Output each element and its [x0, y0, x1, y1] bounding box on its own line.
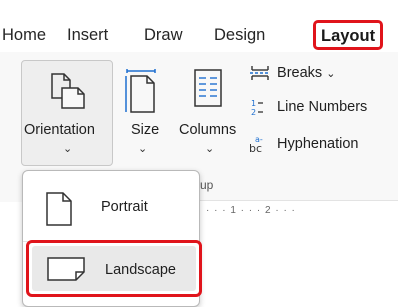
breaks-label: Breaks — [277, 64, 323, 81]
chevron-down-icon: ⌄ — [138, 143, 148, 155]
tab-layout[interactable]: Layout — [313, 20, 384, 50]
hyphenation-icon: a- bc — [249, 135, 263, 154]
svg-text:2: 2 — [251, 108, 256, 116]
columns-label[interactable]: Columns — [179, 122, 236, 138]
tab-insert[interactable]: Insert — [67, 22, 108, 48]
orientation-icon — [51, 73, 85, 109]
svg-text:bc: bc — [249, 142, 262, 154]
landscape-highlight-box — [26, 240, 202, 297]
tab-home[interactable]: Home — [2, 22, 46, 48]
line-numbers-icon: 1 2 — [251, 99, 263, 116]
hyphenation-label: Hyphenation — [277, 135, 359, 152]
tab-draw[interactable]: Draw — [144, 22, 183, 48]
portrait-page-icon — [46, 192, 72, 226]
columns-icon[interactable] — [193, 68, 223, 108]
size-label[interactable]: Size — [131, 122, 159, 138]
horizontal-ruler: · · · 1 · · · 2 · · · — [200, 200, 398, 220]
menu-item-portrait[interactable]: Portrait — [23, 181, 199, 237]
orientation-label: Orientation — [24, 122, 95, 138]
tab-design[interactable]: Design — [214, 22, 265, 48]
ribbon-tab-bar: Home Insert Draw Design Layout — [0, 0, 398, 50]
chevron-down-icon: ⌄ — [63, 143, 73, 155]
chevron-down-icon: ⌄ — [326, 67, 336, 80]
breaks-button[interactable]: Breaks ⌄ — [249, 64, 335, 82]
line-numbers-button[interactable]: 1 2 Line Numbers — [249, 98, 367, 116]
portrait-label: Portrait — [101, 199, 148, 215]
line-numbers-label: Line Numbers — [277, 98, 368, 115]
hyphenation-button[interactable]: a- bc Hyphenation — [249, 134, 358, 154]
page-setup-group-label: up — [200, 178, 214, 192]
svg-text:1: 1 — [251, 99, 256, 108]
size-icon[interactable] — [123, 68, 159, 114]
breaks-icon — [250, 66, 270, 80]
chevron-down-icon: ⌄ — [205, 143, 215, 155]
